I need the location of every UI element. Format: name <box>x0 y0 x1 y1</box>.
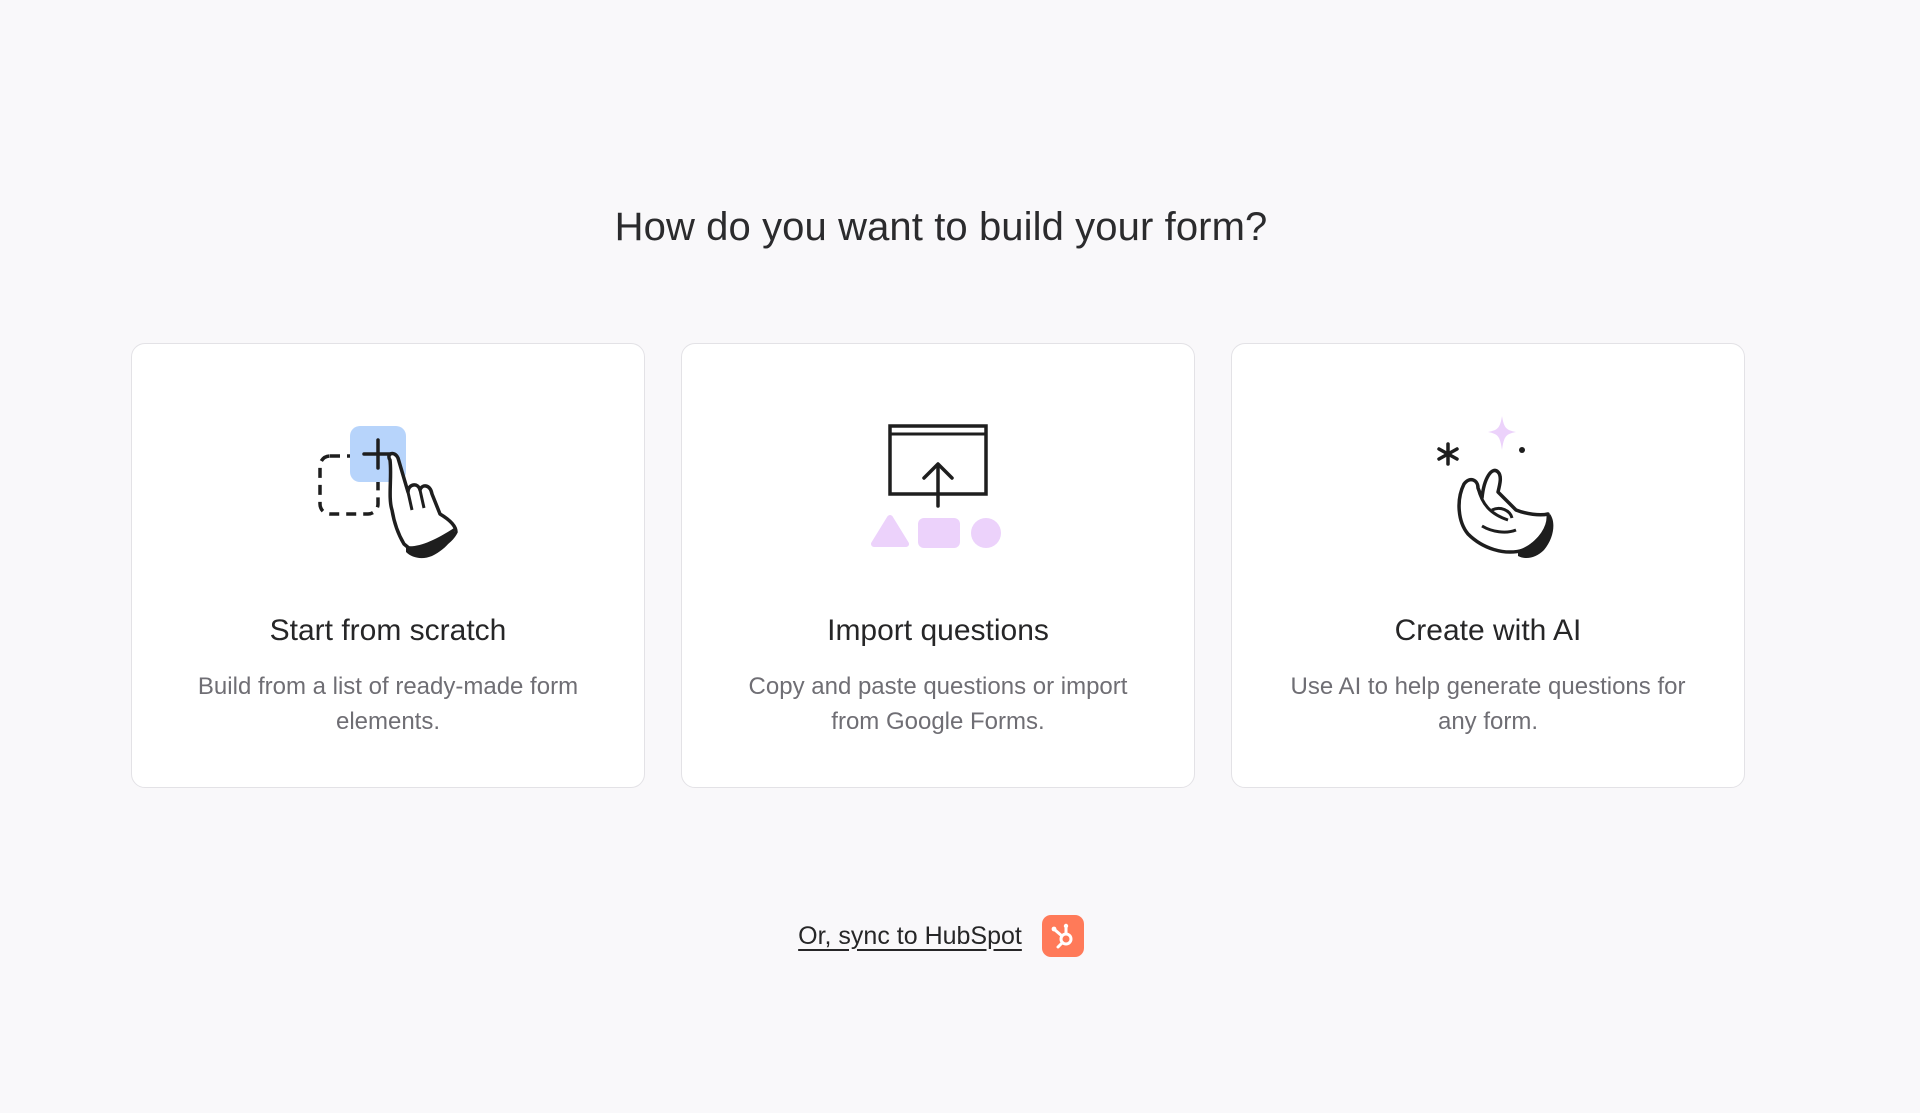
start-from-scratch-card[interactable]: Start from scratch Build from a list of … <box>131 343 645 788</box>
card-title: Start from scratch <box>269 614 507 647</box>
card-description: Copy and paste questions or import from … <box>748 673 1128 735</box>
hubspot-sync-row: Or, sync to HubSpot <box>0 915 1882 957</box>
page-title: How do you want to build your form? <box>614 205 1268 249</box>
card-description: Build from a list of ready-made form ele… <box>197 673 579 735</box>
card-title: Create with AI <box>1394 614 1582 647</box>
card-title: Import questions <box>827 614 1049 647</box>
card-illustration <box>682 414 1194 564</box>
card-illustration <box>1232 414 1744 564</box>
form-builder-start-page: How do you want to build your form? Star… <box>0 0 1920 1113</box>
card-illustration <box>132 414 644 564</box>
upload-shapes-icon <box>871 424 1001 548</box>
create-with-ai-card[interactable]: Create with AI Use AI to help generate q… <box>1231 343 1745 788</box>
hand-add-element-icon <box>318 426 458 559</box>
build-options: Start from scratch Build from a list of … <box>131 343 1745 788</box>
sync-to-hubspot-link[interactable]: Or, sync to HubSpot <box>798 922 1022 951</box>
import-questions-card[interactable]: Import questions Copy and paste question… <box>681 343 1195 788</box>
card-description: Use AI to help generate questions for an… <box>1290 673 1686 735</box>
hubspot-logo-icon[interactable] <box>1041 915 1084 957</box>
snapping-hand-sparkle-icon <box>1437 416 1554 558</box>
